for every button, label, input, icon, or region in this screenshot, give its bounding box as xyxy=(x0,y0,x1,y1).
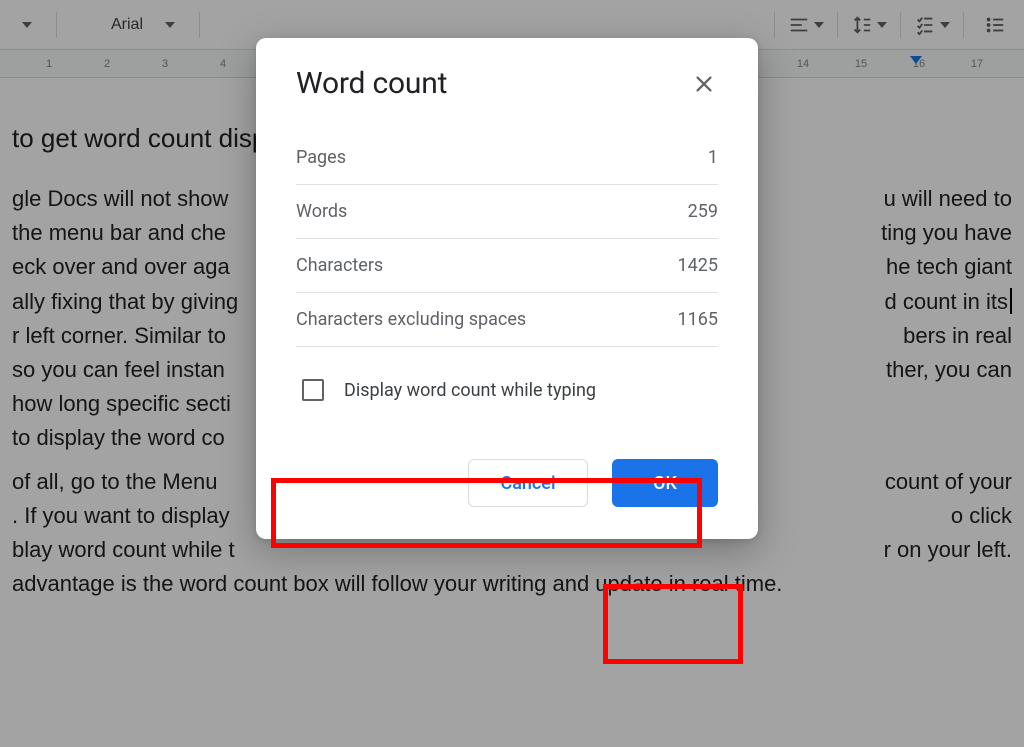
stat-label: Characters xyxy=(296,255,383,276)
ok-button[interactable]: OK xyxy=(612,459,718,507)
stat-label: Characters excluding spaces xyxy=(296,309,526,330)
stat-value: 259 xyxy=(688,201,718,222)
stat-value: 1 xyxy=(708,147,718,168)
dialog-title: Word count xyxy=(296,66,447,101)
stat-label: Pages xyxy=(296,147,346,168)
cancel-button[interactable]: Cancel xyxy=(468,459,588,507)
dialog-buttons: Cancel OK xyxy=(296,459,718,507)
stat-value: 1165 xyxy=(678,309,718,330)
stat-row-characters-no-spaces: Characters excluding spaces 1165 xyxy=(296,293,718,347)
stat-row-pages: Pages 1 xyxy=(296,131,718,185)
word-count-dialog: Word count Pages 1 Words 259 Characters … xyxy=(256,38,758,539)
checkbox-label: Display word count while typing xyxy=(344,380,596,401)
close-button[interactable] xyxy=(690,70,718,98)
checkbox-icon[interactable] xyxy=(302,379,324,401)
stat-row-characters: Characters 1425 xyxy=(296,239,718,293)
stat-value: 1425 xyxy=(678,255,718,276)
stat-label: Words xyxy=(296,201,347,222)
stat-row-words: Words 259 xyxy=(296,185,718,239)
close-icon xyxy=(693,73,715,95)
display-while-typing-row[interactable]: Display word count while typing xyxy=(296,365,718,415)
